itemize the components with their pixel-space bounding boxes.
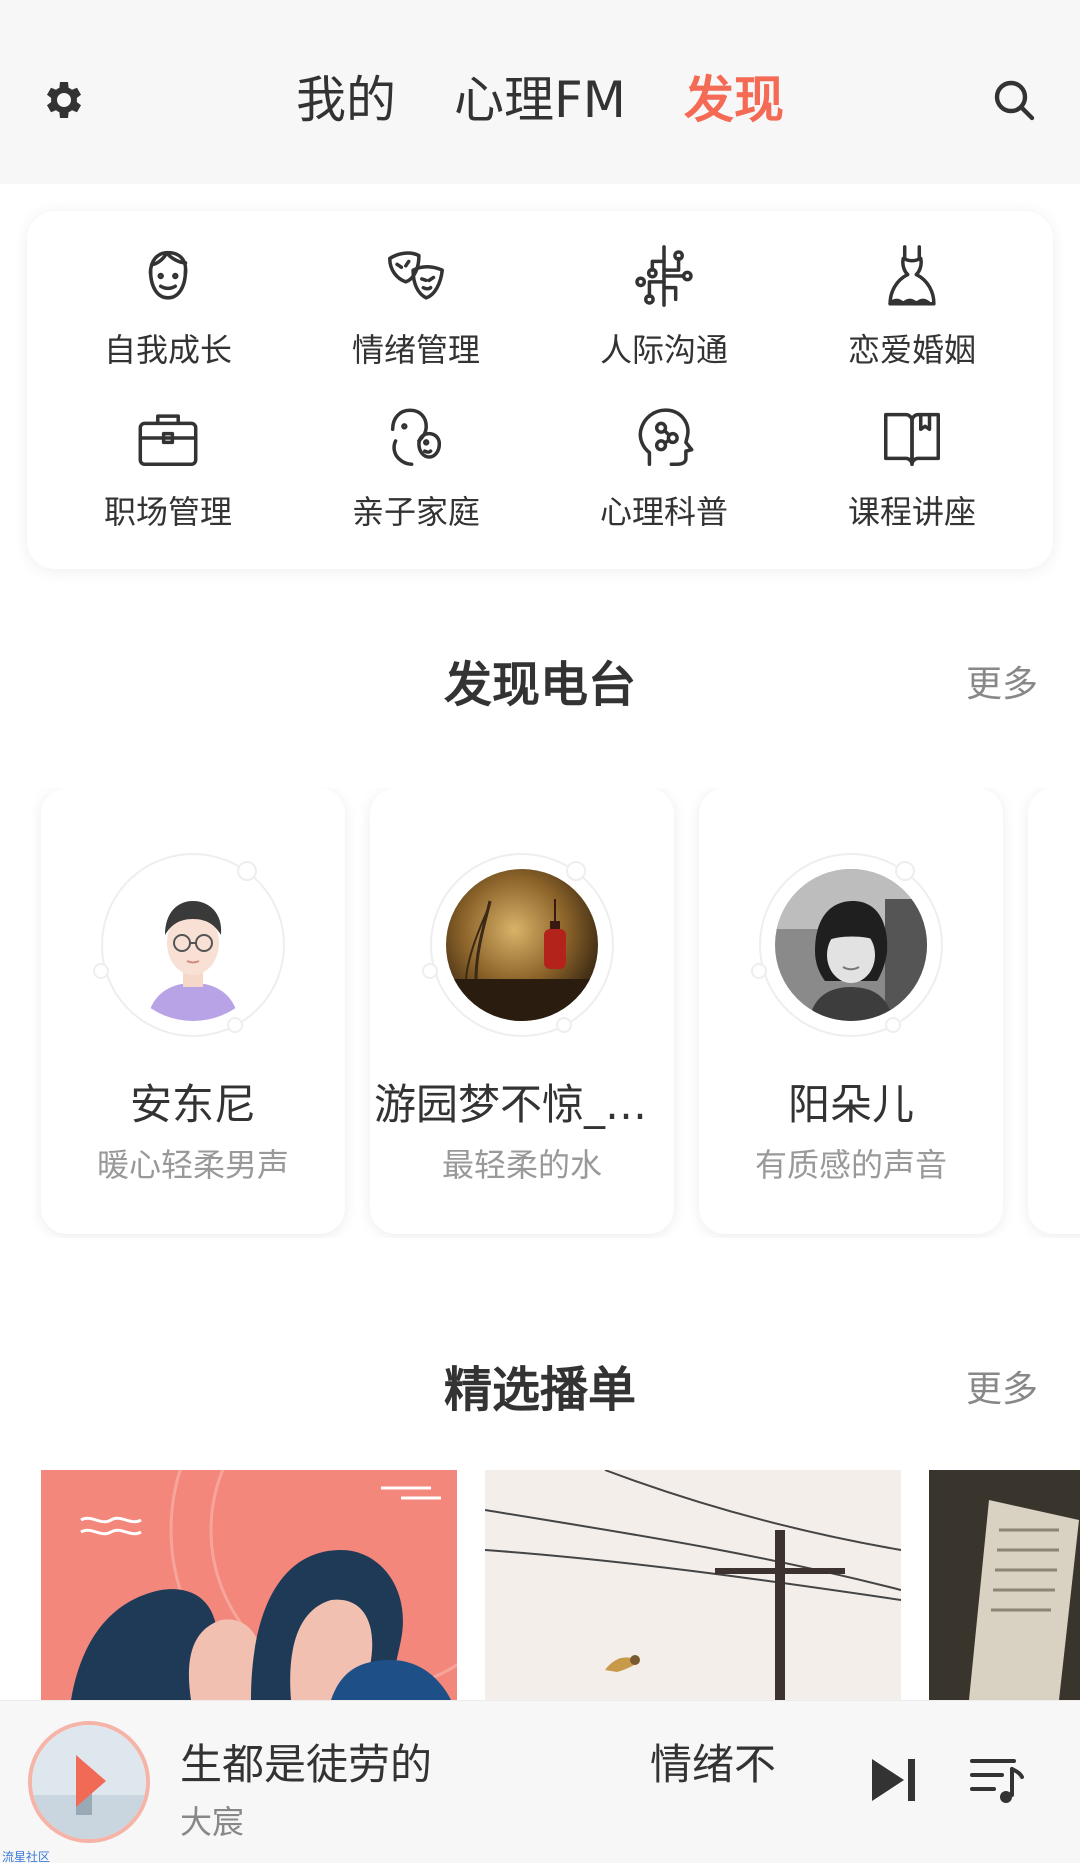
category-self-growth[interactable]: 自我成长 (68, 241, 268, 391)
album-disc[interactable] (28, 1721, 150, 1843)
category-courses[interactable]: 课程讲座 (812, 403, 1012, 553)
category-parent-child[interactable]: 亲子家庭 (316, 403, 516, 553)
parent-child-icon (390, 408, 442, 466)
tab-fm[interactable]: 心理FM (454, 64, 626, 136)
category-label: 自我成长 (103, 331, 232, 369)
radio-host-desc: 暖心轻柔男声 (96, 1146, 289, 1184)
face-icon (148, 250, 188, 300)
search-icon[interactable] (990, 76, 1038, 124)
radio-host-name: 游园梦不惊_子... (374, 1080, 674, 1129)
tab-discover[interactable]: 发现 (684, 64, 784, 136)
network-icon (635, 245, 693, 307)
category-label: 情绪管理 (351, 331, 480, 369)
playlist-cover-wires[interactable] (485, 1470, 901, 1700)
radio-carousel: 安东尼 暖心轻柔男声 游园梦不惊_子... 最轻柔的水 阳朵儿 有质感的声音 (0, 788, 1080, 1238)
playlist-section-title: 精选播单 (443, 1362, 636, 1418)
playlist-carousel (0, 1470, 1080, 1700)
playlist-icon[interactable] (968, 1753, 1028, 1807)
category-psych-science[interactable]: 心理科普 (564, 403, 764, 553)
radio-card[interactable]: 游园梦不惊_子... 最轻柔的水 (370, 788, 674, 1234)
category-emotion[interactable]: 情绪管理 (316, 241, 516, 391)
song-title-next: 情绪不 (650, 1740, 777, 1789)
radio-section-title: 发现电台 (443, 657, 636, 713)
playlist-cover-couple[interactable] (41, 1470, 457, 1700)
masks-icon (388, 251, 444, 300)
radio-host-desc: 最轻柔的水 (441, 1146, 602, 1184)
avatar (93, 853, 285, 1037)
skip-next-icon[interactable] (868, 1753, 918, 1807)
category-workplace[interactable]: 职场管理 (68, 403, 268, 553)
top-bar: 我的 心理FM 发现 (0, 0, 1080, 184)
radio-host-name: 安东尼 (129, 1080, 256, 1129)
category-label: 人际沟通 (599, 331, 728, 369)
radio-card[interactable] (1028, 788, 1080, 1234)
radio-card[interactable]: 安东尼 暖心轻柔男声 (41, 788, 345, 1234)
category-label: 亲子家庭 (351, 493, 480, 531)
watermark: 流星社区 (2, 1850, 51, 1863)
radio-host-desc: 有质感的声音 (754, 1146, 947, 1184)
playlist-more-link[interactable]: 更多 (966, 1360, 1038, 1412)
mini-player[interactable]: 生都是徒劳的 情绪不 大宸 (0, 1700, 1080, 1863)
song-title: 生都是徒劳的 (180, 1740, 433, 1789)
category-label: 心理科普 (599, 493, 728, 531)
category-communication[interactable]: 人际沟通 (564, 241, 764, 391)
book-icon (884, 412, 940, 466)
dress-icon (888, 245, 936, 306)
tab-mine[interactable]: 我的 (296, 64, 396, 136)
category-label: 职场管理 (103, 493, 232, 531)
category-label: 恋爱婚姻 (847, 331, 976, 369)
avatar (422, 853, 614, 1037)
category-panel: 自我成长 情绪管理 人际沟通 恋爱婚姻 职场管理 亲子家庭 心理科普 课程讲座 (27, 211, 1053, 569)
singer-name: 大宸 (180, 1803, 245, 1841)
avatar (751, 853, 943, 1037)
radio-host-name: 阳朵儿 (787, 1080, 914, 1129)
briefcase-icon (138, 414, 198, 466)
main-tabs: 我的 心理FM 发现 (0, 64, 1080, 136)
category-label: 课程讲座 (847, 493, 976, 531)
radio-card[interactable]: 阳朵儿 有质感的声音 (699, 788, 1003, 1234)
head-icon (638, 408, 694, 466)
category-love-marriage[interactable]: 恋爱婚姻 (812, 241, 1012, 391)
radio-more-link[interactable]: 更多 (966, 655, 1038, 707)
playlist-cover-book[interactable] (929, 1470, 1080, 1700)
